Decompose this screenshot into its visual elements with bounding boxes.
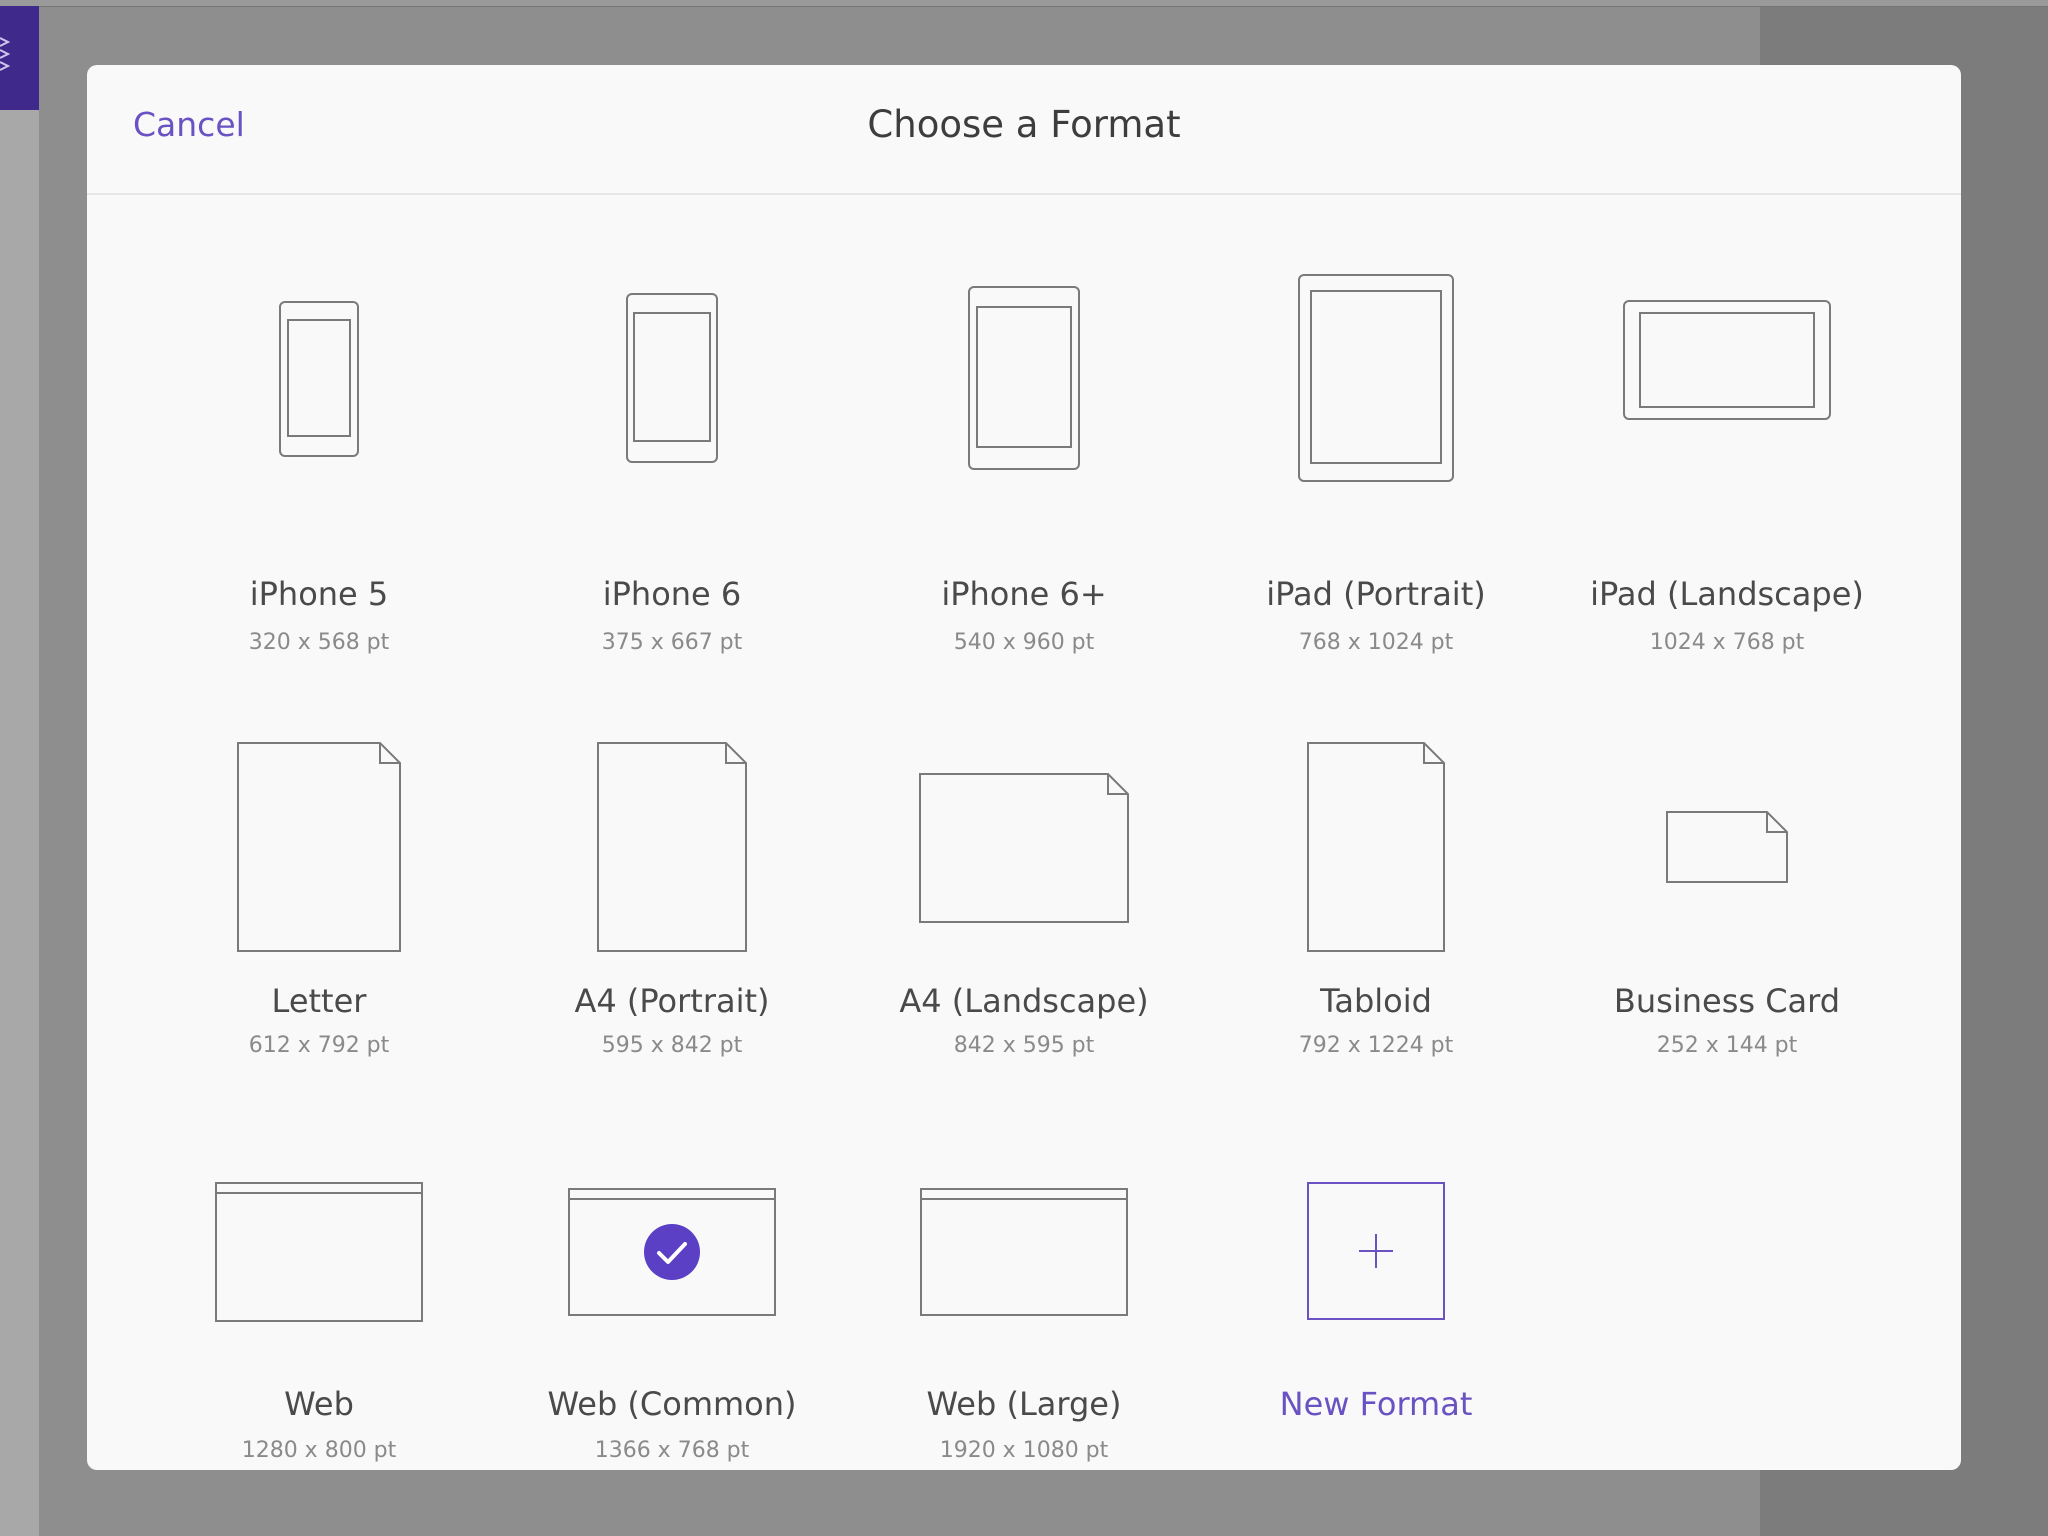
background-left-panel [0,0,39,1536]
format-dimensions: 320 x 568 pt [248,630,390,655]
format-name: Business Card [1613,982,1841,1020]
format-name: A4 (Landscape) [899,982,1149,1020]
format-dimensions: 1366 x 768 pt [594,1438,750,1463]
format-tile-web-common[interactable]: Web (Common) 1366 x 768 pt [502,1075,842,1463]
background-top-bar [0,0,2048,7]
format-name: Web (Large) [926,1385,1122,1423]
tablet-landscape-icon [1623,300,1831,420]
format-name: Letter [271,982,367,1020]
format-dimensions: 252 x 144 pt [1656,1033,1798,1058]
format-name: iPhone 5 [249,575,389,613]
new-format-label: New Format [1279,1385,1473,1423]
format-grid: iPhone 5 320 x 568 pt iPhone 6 375 x 667… [87,65,1961,1470]
app-sidebar-tab[interactable] [0,6,39,110]
menu-icon [0,37,11,71]
format-tile-letter[interactable]: Letter 612 x 792 pt [149,670,489,1058]
format-name: Web [284,1385,354,1423]
format-dimensions: 792 x 1224 pt [1298,1033,1454,1058]
format-dimensions: 375 x 667 pt [601,630,743,655]
browser-window-icon [920,1188,1128,1316]
format-name: A4 (Portrait) [574,982,770,1020]
phone-icon [279,301,359,457]
browser-window-icon [568,1188,776,1316]
choose-format-dialog: Cancel Choose a Format iPhone 5 320 x 56… [87,65,1961,1470]
format-tile-iphone-6[interactable]: iPhone 6 375 x 667 pt [502,265,842,655]
format-name: Tabloid [1320,982,1432,1020]
format-dimensions: 1920 x 1080 pt [939,1438,1109,1463]
format-name: iPad (Portrait) [1266,575,1486,613]
format-dimensions: 768 x 1024 pt [1298,630,1454,655]
browser-window-icon [215,1182,423,1322]
phone-icon [626,293,718,463]
page-icon [237,742,401,952]
format-tile-web-large[interactable]: Web (Large) 1920 x 1080 pt [854,1075,1194,1463]
plus-icon [1307,1182,1445,1320]
format-tile-web[interactable]: Web 1280 x 800 pt [149,1075,489,1463]
format-tile-iphone-6-plus[interactable]: iPhone 6+ 540 x 960 pt [854,265,1194,655]
format-dimensions: 612 x 792 pt [248,1033,390,1058]
phone-icon [968,286,1080,470]
format-name: Web (Common) [547,1385,797,1423]
format-dimensions: 595 x 842 pt [601,1033,743,1058]
selected-check-icon [644,1224,700,1280]
format-dimensions: 842 x 595 pt [953,1033,1095,1058]
format-name: iPhone 6+ [941,575,1107,613]
format-tile-ipad-landscape[interactable]: iPad (Landscape) 1024 x 768 pt [1557,265,1897,655]
format-tile-a4-portrait[interactable]: A4 (Portrait) 595 x 842 pt [502,670,842,1058]
page-icon [597,742,747,952]
page-icon [1307,742,1445,952]
format-name: iPad (Landscape) [1590,575,1864,613]
format-tile-iphone-5[interactable]: iPhone 5 320 x 568 pt [149,265,489,655]
card-icon [1666,811,1788,883]
new-format-button[interactable]: New Format [1206,1075,1546,1423]
format-name: iPhone 6 [602,575,742,613]
page-landscape-icon [919,773,1129,923]
tablet-portrait-icon [1298,274,1454,482]
format-dimensions: 540 x 960 pt [953,630,1095,655]
format-tile-tabloid[interactable]: Tabloid 792 x 1224 pt [1206,670,1546,1058]
format-dimensions: 1024 x 768 pt [1649,630,1805,655]
format-tile-ipad-portrait[interactable]: iPad (Portrait) 768 x 1024 pt [1206,265,1546,655]
format-tile-business-card[interactable]: Business Card 252 x 144 pt [1557,670,1897,1058]
format-tile-a4-landscape[interactable]: A4 (Landscape) 842 x 595 pt [854,670,1194,1058]
format-dimensions: 1280 x 800 pt [241,1438,397,1463]
